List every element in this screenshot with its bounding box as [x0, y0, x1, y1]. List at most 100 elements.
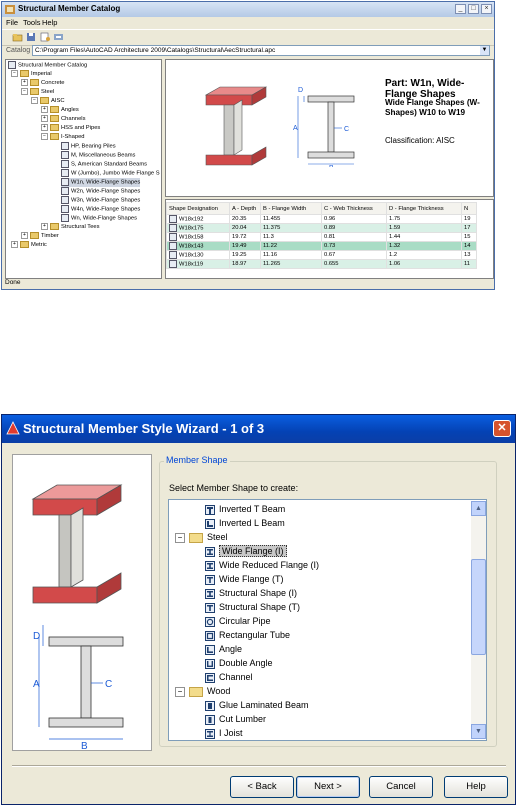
back-button[interactable]: < Back: [230, 776, 294, 798]
collapse-icon[interactable]: −: [21, 88, 28, 95]
col-header[interactable]: C - Web Thickness: [321, 202, 387, 215]
shape-table[interactable]: Shape Designation A - Depth B - Flange W…: [165, 199, 494, 279]
dim-d-label: D: [33, 631, 40, 642]
tree-item[interactable]: W (Jumbo), Jumbo Wide Flange S: [61, 169, 160, 178]
tree-metric[interactable]: + Metric: [11, 241, 47, 250]
folder-icon: [50, 106, 59, 113]
menu-tools[interactable]: Tools: [23, 18, 41, 27]
tree-item[interactable]: I Joist: [205, 727, 243, 740]
expand-icon[interactable]: +: [11, 241, 18, 248]
scroll-down-icon[interactable]: ▼: [471, 724, 486, 739]
tree-wood[interactable]: − Wood: [175, 685, 230, 698]
table-row[interactable]: W18x192 20.35 11.455 0.96 1.75 19: [166, 214, 477, 224]
col-header[interactable]: A - Depth: [229, 202, 261, 215]
folder-icon: [50, 133, 59, 140]
menu-file[interactable]: File: [6, 18, 18, 27]
preview-pane: A B C D Part: W1n, Wide-Flange Shapes Wi…: [165, 59, 494, 197]
folder-icon: [189, 686, 203, 697]
tree-item[interactable]: Wide Flange (T): [205, 573, 284, 586]
shape-icon: [61, 151, 69, 159]
tree-concrete[interactable]: + Concrete: [21, 79, 65, 88]
cancel-button[interactable]: Cancel: [369, 776, 433, 798]
scroll-up-icon[interactable]: ▲: [471, 501, 486, 516]
table-row[interactable]: W18x175 20.04 11.375 0.89 1.59 17: [166, 223, 477, 233]
tree-item[interactable]: Double Angle: [205, 657, 273, 670]
expand-icon[interactable]: +: [41, 115, 48, 122]
member-shape-icon: [205, 728, 215, 739]
expand-icon[interactable]: +: [21, 79, 28, 86]
tree-hss[interactable]: + HSS and Pipes: [41, 124, 100, 133]
tree-angles[interactable]: + Angles: [41, 106, 79, 115]
tree-item[interactable]: HP, Bearing Piles: [61, 142, 116, 151]
tree-item[interactable]: M, Miscellaneous Beams: [61, 151, 135, 160]
properties-icon[interactable]: [40, 32, 51, 42]
minimize-button[interactable]: _: [455, 4, 466, 14]
col-header[interactable]: N: [461, 202, 477, 215]
expand-icon[interactable]: +: [21, 232, 28, 239]
tools-icon[interactable]: [53, 32, 64, 42]
shape-icon: [169, 224, 177, 232]
col-header[interactable]: Shape Designation: [166, 202, 230, 215]
tree-item[interactable]: Cut Lumber: [205, 713, 266, 726]
dim-d-label: D: [298, 87, 303, 94]
tree-item[interactable]: W2n, Wide-Flange Shapes: [61, 187, 140, 196]
tree-item-selected[interactable]: Wide Flange (I): [205, 545, 287, 558]
catalog-tree[interactable]: Structural Member Catalog − Imperial + Con…: [5, 59, 162, 279]
member-shape-tree[interactable]: Inverted T Beam Inverted L Beam − Steel W…: [168, 499, 487, 741]
tree-item[interactable]: Channel: [205, 671, 253, 684]
shape-icon: [169, 215, 177, 223]
tree-ishaped[interactable]: − I-Shaped: [41, 133, 85, 142]
expand-icon[interactable]: +: [41, 124, 48, 131]
tree-item[interactable]: Structural Shape (T): [205, 601, 300, 614]
tree-channels[interactable]: + Channels: [41, 115, 86, 124]
col-header[interactable]: B - Flange Width: [260, 202, 322, 215]
tree-item[interactable]: S, American Standard Beams: [61, 160, 147, 169]
save-icon[interactable]: [26, 32, 37, 42]
tree-item-selected[interactable]: W1n, Wide-Flange Shapes: [61, 178, 141, 187]
tree-root[interactable]: Structural Member Catalog: [8, 61, 87, 70]
tree-scrollbar[interactable]: ▲ ▼: [471, 501, 486, 739]
tree-imperial[interactable]: − Imperial: [11, 70, 52, 79]
open-icon[interactable]: [12, 32, 23, 42]
tree-item[interactable]: Rectangular Tube: [205, 629, 290, 642]
collapse-icon[interactable]: −: [175, 532, 185, 543]
tree-steel[interactable]: − Steel: [21, 88, 54, 97]
table-row[interactable]: W18x158 19.72 11.3 0.81 1.44 15: [166, 232, 477, 242]
menu-help[interactable]: Help: [42, 18, 57, 27]
close-button[interactable]: ×: [481, 4, 492, 14]
folder-icon: [30, 232, 39, 239]
tree-timber[interactable]: + Timber: [21, 232, 59, 241]
tree-item[interactable]: Structural Shape (I): [205, 587, 297, 600]
collapse-icon[interactable]: −: [175, 686, 185, 697]
chevron-down-icon[interactable]: ▼: [480, 46, 489, 55]
expand-icon[interactable]: +: [41, 106, 48, 113]
tree-structural-tees[interactable]: + Structural Tees: [41, 223, 100, 232]
tree-item[interactable]: W4n, Wide-Flange Shapes: [61, 205, 140, 214]
wizard-titlebar: Structural Member Style Wizard - 1 of 3 …: [2, 415, 515, 443]
tree-item[interactable]: Glue Laminated Beam: [205, 699, 309, 712]
table-row-selected[interactable]: W18x143 19.49 11.22 0.73 1.32 14: [166, 241, 477, 251]
tree-item[interactable]: Wide Reduced Flange (I): [205, 559, 319, 572]
tree-item[interactable]: Angle: [205, 643, 242, 656]
next-button[interactable]: Next >: [296, 776, 360, 798]
tree-item[interactable]: Inverted T Beam: [205, 503, 285, 516]
tree-item[interactable]: Wn, Wide-Flange Shapes: [61, 214, 137, 223]
folder-icon: [189, 532, 203, 543]
maximize-button[interactable]: □: [468, 4, 479, 14]
collapse-icon[interactable]: −: [41, 133, 48, 140]
tree-item[interactable]: Inverted L Beam: [205, 517, 285, 530]
collapse-icon[interactable]: −: [31, 97, 38, 104]
scrollbar-thumb[interactable]: [471, 559, 486, 655]
close-button[interactable]: ✕: [493, 420, 511, 437]
tree-item[interactable]: Circular Pipe: [205, 615, 271, 628]
tree-steel[interactable]: − Steel: [175, 531, 228, 544]
expand-icon[interactable]: +: [41, 223, 48, 230]
table-row[interactable]: W18x130 19.25 11.16 0.67 1.2 13: [166, 250, 477, 260]
help-button[interactable]: Help: [444, 776, 508, 798]
collapse-icon[interactable]: −: [11, 70, 18, 77]
tree-aisc[interactable]: − AISC: [31, 97, 65, 106]
col-header[interactable]: D - Flange Thickness: [386, 202, 462, 215]
catalog-path-combo[interactable]: C:\Program Files\AutoCAD Architecture 20…: [32, 45, 490, 56]
tree-item[interactable]: W3n, Wide-Flange Shapes: [61, 196, 140, 205]
table-row[interactable]: W18x119 18.97 11.265 0.655 1.06 11: [166, 259, 477, 269]
